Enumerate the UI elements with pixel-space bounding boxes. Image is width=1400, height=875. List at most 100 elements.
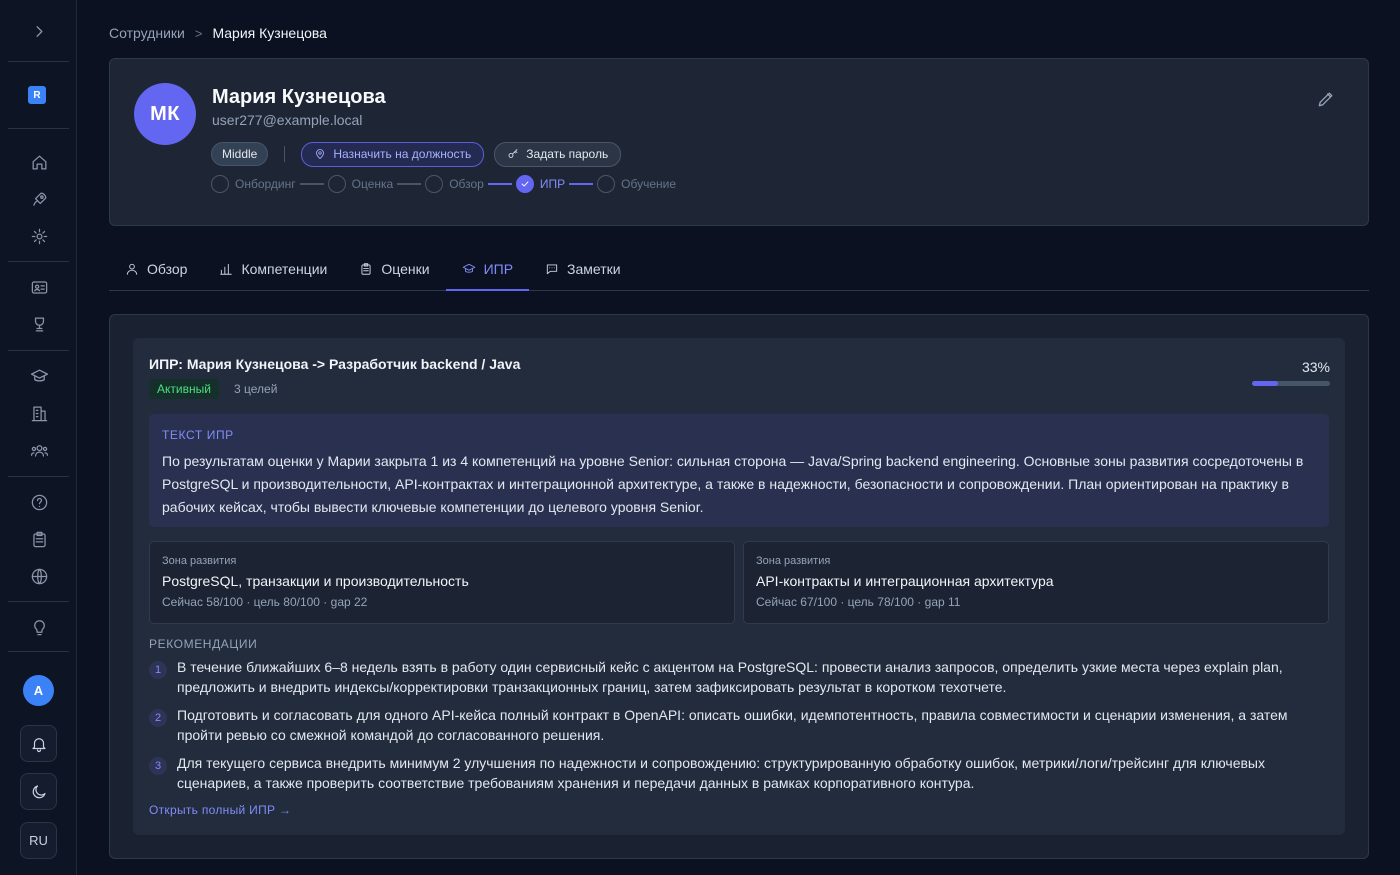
ipr-card: ИПР: Мария Кузнецова -> Разработчик back… <box>133 338 1345 835</box>
id-card-icon[interactable] <box>27 275 51 299</box>
recommendation-text: Подготовить и согласовать для одного API… <box>177 707 1288 743</box>
language-button[interactable]: RU <box>20 822 57 859</box>
open-full-ipr-link[interactable]: Открыть полный ИПР → <box>149 803 291 817</box>
recommendation-text: В течение ближайших 6–8 недель взять в р… <box>177 659 1283 695</box>
list-item: 3 Для текущего сервиса внедрить минимум … <box>149 754 1329 793</box>
recommendation-text: Для текущего сервиса внедрить минимум 2 … <box>177 755 1265 791</box>
graduation-cap-icon[interactable] <box>27 364 51 388</box>
sidebar-divider <box>8 476 69 477</box>
sidebar-divider <box>8 128 69 129</box>
tab-notes[interactable]: Заметки <box>529 247 637 290</box>
breadcrumb: Сотрудники > Мария Кузнецова <box>109 25 327 41</box>
ipr-text-label: ТЕКСТ ИПР <box>162 428 234 442</box>
employee-name: Мария Кузнецова <box>212 86 386 108</box>
step-label: Обучение <box>621 177 676 191</box>
sidebar-divider <box>8 61 69 62</box>
breadcrumb-separator: > <box>194 25 203 41</box>
tab-label: Заметки <box>567 260 621 277</box>
zone-label: Зона развития <box>162 555 237 567</box>
help-icon[interactable] <box>27 490 51 514</box>
ipr-text-box: ТЕКСТ ИПР По результатам оценки у Марии … <box>149 414 1329 527</box>
bell-icon <box>31 737 46 752</box>
step-label: Оценка <box>351 177 394 191</box>
profile-actions: Middle Назначить на должность Задать пар… <box>211 141 622 167</box>
recommendation-number: 2 <box>149 709 167 727</box>
theme-toggle-button[interactable] <box>20 773 57 810</box>
step-review[interactable]: Обзор <box>425 175 484 193</box>
step-training[interactable]: Обучение <box>597 175 676 193</box>
step-label: Обзор <box>449 177 484 191</box>
expand-sidebar-icon[interactable] <box>27 19 51 43</box>
check-icon <box>515 175 534 193</box>
zone-stats: Сейчас 67/100 · цель 78/100 · gap 11 <box>756 595 961 609</box>
sidebar-divider <box>8 651 69 652</box>
settings-icon[interactable] <box>27 224 51 248</box>
tab-overview[interactable]: Обзор <box>109 247 203 290</box>
sidebar: R A RU <box>0 0 77 875</box>
notifications-button[interactable] <box>20 725 57 762</box>
list-item: 2 Подготовить и согласовать для одного A… <box>149 706 1329 745</box>
progress-percent: 33% <box>1301 359 1330 375</box>
recommendation-number: 1 <box>149 661 167 679</box>
recommendations-list: 1 В течение ближайших 6–8 недель взять в… <box>149 658 1329 802</box>
step-circle-icon <box>425 175 444 193</box>
employee-avatar: МК <box>134 83 196 145</box>
rocket-icon[interactable] <box>27 187 51 211</box>
step-ipr[interactable]: ИПР <box>515 175 566 193</box>
step-label: Онбординг <box>235 177 296 191</box>
step-connector <box>487 183 512 185</box>
trophy-icon[interactable] <box>27 312 51 336</box>
progress-bar-fill <box>1252 381 1278 386</box>
zone-label: Зона развития <box>756 555 831 567</box>
sidebar-divider <box>8 601 69 602</box>
moon-icon <box>32 784 46 798</box>
globe-icon[interactable] <box>27 564 51 588</box>
step-connector <box>569 183 594 185</box>
tab-bar: Обзор Компетенции Оценки ИПР Заметки <box>109 247 1369 291</box>
zone-stats: Сейчас 58/100 · цель 80/100 · gap 22 <box>162 595 368 609</box>
ipr-title: ИПР: Мария Кузнецова -> Разработчик back… <box>149 356 521 372</box>
step-onboarding[interactable]: Онбординг <box>211 175 296 193</box>
user-icon <box>126 263 138 275</box>
breadcrumb-employees-link[interactable]: Сотрудники <box>109 25 185 41</box>
ipr-text-body: По результатам оценки у Марии закрыта 1 … <box>162 453 1304 515</box>
tab-competencies[interactable]: Компетенции <box>203 247 343 290</box>
progress-bar <box>1252 381 1330 386</box>
graduation-cap-icon <box>462 263 475 273</box>
set-password-button[interactable]: Задать пароль <box>494 141 622 167</box>
zone-title: API-контракты и интеграционная архитекту… <box>756 573 1054 589</box>
home-icon[interactable] <box>27 150 51 174</box>
sidebar-divider <box>8 350 69 351</box>
user-avatar[interactable]: A <box>23 675 54 706</box>
step-connector <box>397 183 422 185</box>
workspace-logo[interactable]: R <box>28 86 46 104</box>
tab-assessments[interactable]: Оценки <box>343 247 445 290</box>
assign-position-button[interactable]: Назначить на должность <box>301 141 485 167</box>
step-circle-icon <box>597 175 616 193</box>
list-item: 1 В течение ближайших 6–8 недель взять в… <box>149 658 1329 697</box>
lightbulb-icon[interactable] <box>27 615 51 639</box>
employee-email: user277@example.local <box>212 112 363 128</box>
step-connector <box>299 183 324 185</box>
tab-ipr[interactable]: ИПР <box>445 247 530 291</box>
building-icon[interactable] <box>27 401 51 425</box>
team-icon[interactable] <box>27 438 51 462</box>
tab-label: Обзор <box>147 260 188 277</box>
sidebar-divider <box>8 261 69 262</box>
tab-label: Оценки <box>381 260 430 277</box>
map-pin-icon <box>316 149 325 159</box>
tab-label: ИПР <box>483 260 514 277</box>
development-zone[interactable]: Зона развития API-контракты и интеграцио… <box>743 541 1329 624</box>
profile-card: МК Мария Кузнецова user277@example.local… <box>109 58 1369 226</box>
development-zone[interactable]: Зона развития PostgreSQL, транзакции и п… <box>149 541 735 624</box>
level-badge: Middle <box>211 142 269 166</box>
recommendations-label: РЕКОМЕНДАЦИИ <box>149 637 258 651</box>
ipr-panel: ИПР: Мария Кузнецова -> Разработчик back… <box>109 314 1369 859</box>
breadcrumb-current: Мария Кузнецова <box>212 25 327 41</box>
step-label: ИПР <box>539 177 566 191</box>
step-assessment[interactable]: Оценка <box>327 175 394 193</box>
clipboard-icon[interactable] <box>27 527 51 551</box>
clipboard-icon <box>361 262 371 275</box>
bar-chart-icon <box>220 263 233 275</box>
edit-icon[interactable] <box>1316 89 1338 111</box>
